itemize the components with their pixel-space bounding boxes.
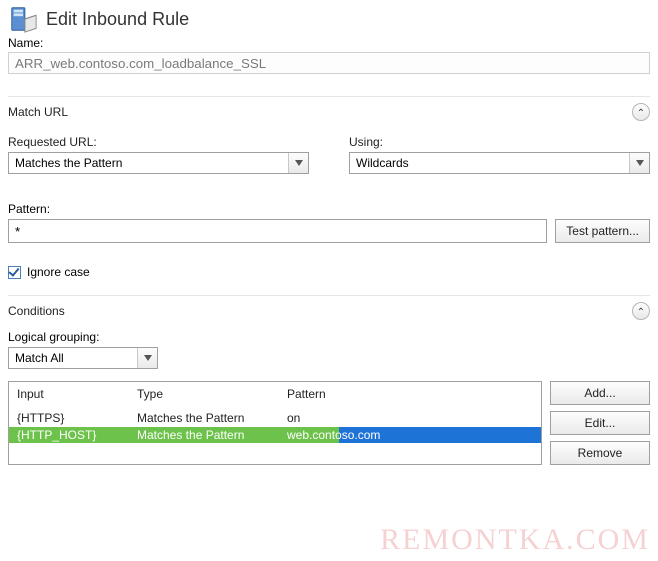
conditions-table[interactable]: Input Type Pattern {HTTPS} Matches the P… — [8, 381, 542, 465]
pattern-input[interactable] — [8, 219, 547, 243]
section-match-url: Match URL Requested URL: Matches the Pat… — [8, 96, 650, 279]
cell-input: {HTTP_HOST} — [9, 427, 129, 443]
requested-url-label: Requested URL: — [8, 135, 309, 149]
cell-type: Matches the Pattern — [129, 427, 279, 443]
logical-grouping-value: Match All — [15, 351, 64, 365]
col-type: Type — [129, 382, 279, 409]
name-label: Name: — [8, 36, 650, 50]
watermark: REMONTKA.COM — [380, 523, 650, 557]
requested-url-value: Matches the Pattern — [15, 156, 122, 170]
section-conditions: Conditions Logical grouping: Match All I… — [8, 295, 650, 465]
ignore-case-checkbox[interactable] — [8, 266, 21, 279]
using-dropdown[interactable]: Wildcards — [349, 152, 650, 174]
table-row[interactable]: {HTTP_HOST} Matches the Pattern web.cont… — [9, 427, 541, 443]
remove-button[interactable]: Remove — [550, 441, 650, 465]
edit-button[interactable]: Edit... — [550, 411, 650, 435]
using-value: Wildcards — [356, 156, 409, 170]
logical-grouping-dropdown[interactable]: Match All — [8, 347, 158, 369]
chevron-down-icon — [288, 153, 308, 173]
using-label: Using: — [349, 135, 650, 149]
cell-pattern: web.contoso.com — [279, 427, 541, 443]
iis-server-icon — [8, 4, 38, 34]
add-button[interactable]: Add... — [550, 381, 650, 405]
section-title-conditions: Conditions — [8, 304, 65, 318]
table-row[interactable]: {HTTPS} Matches the Pattern on — [9, 409, 541, 427]
collapse-conditions-icon[interactable] — [632, 302, 650, 320]
cell-pattern: on — [279, 409, 541, 427]
section-title-match-url: Match URL — [8, 105, 68, 119]
cell-type: Matches the Pattern — [129, 409, 279, 427]
requested-url-dropdown[interactable]: Matches the Pattern — [8, 152, 309, 174]
page-header: Edit Inbound Rule — [0, 0, 658, 36]
name-input[interactable] — [8, 52, 650, 74]
chevron-down-icon — [629, 153, 649, 173]
logical-grouping-label: Logical grouping: — [8, 330, 99, 344]
collapse-match-url-icon[interactable] — [632, 103, 650, 121]
col-pattern: Pattern — [279, 382, 541, 409]
chevron-down-icon — [137, 348, 157, 368]
page-title: Edit Inbound Rule — [46, 9, 189, 30]
col-input: Input — [9, 382, 129, 409]
ignore-case-label: Ignore case — [27, 265, 90, 279]
cell-input: {HTTPS} — [9, 409, 129, 427]
pattern-label: Pattern: — [8, 202, 50, 216]
test-pattern-button[interactable]: Test pattern... — [555, 219, 650, 243]
